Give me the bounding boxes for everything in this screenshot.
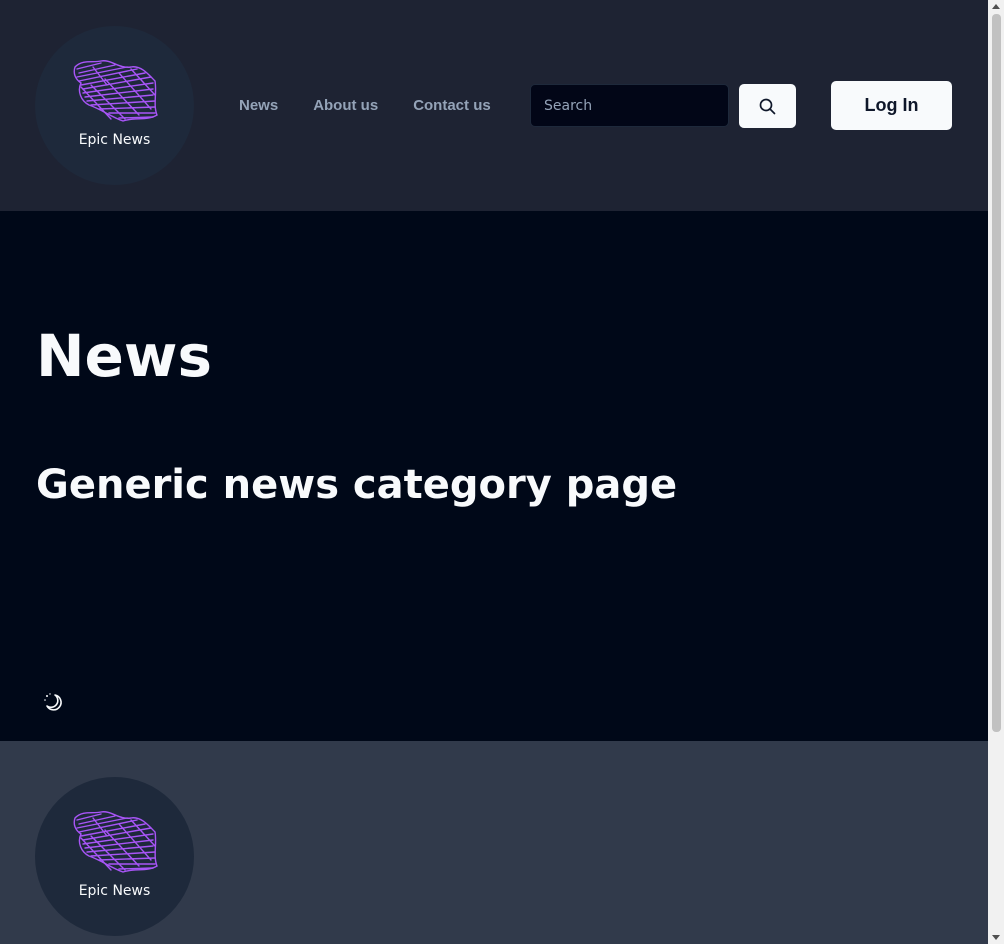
page: Epic News News About us Contact us Log I… — [0, 0, 988, 944]
footer-brand-name: Epic News — [78, 883, 151, 899]
main-nav: News About us Contact us — [239, 96, 526, 116]
footer-logo-link[interactable]: Epic News — [35, 777, 194, 936]
scrollbar-thumb[interactable] — [992, 14, 1001, 732]
login-button[interactable]: Log In — [831, 81, 952, 130]
brand-logo-link[interactable]: Epic News — [35, 26, 194, 185]
site-footer: Epic News — [0, 741, 988, 944]
scroll-down-arrow-icon[interactable] — [992, 935, 1000, 940]
site-header: Epic News News About us Contact us Log I… — [0, 0, 988, 211]
brand-logo-scribble-icon — [73, 811, 158, 873]
theme-toggle-button[interactable] — [42, 691, 64, 713]
search-button[interactable] — [739, 84, 796, 128]
search-icon — [759, 98, 776, 115]
page-scrollbar[interactable] — [988, 0, 1004, 944]
nav-link-about[interactable]: About us — [313, 96, 378, 116]
nav-link-news[interactable]: News — [239, 96, 278, 116]
brand-name: Epic News — [78, 132, 151, 148]
main-content: News Generic news category page — [0, 211, 988, 741]
scroll-up-arrow-icon[interactable] — [992, 4, 1000, 9]
nav-link-contact[interactable]: Contact us — [413, 96, 491, 116]
moon-stars-icon — [44, 693, 62, 711]
brand-logo-scribble-icon — [73, 60, 158, 122]
page-title: News — [36, 322, 212, 390]
page-subtitle: Generic news category page — [36, 462, 678, 508]
search-input[interactable] — [530, 84, 729, 127]
